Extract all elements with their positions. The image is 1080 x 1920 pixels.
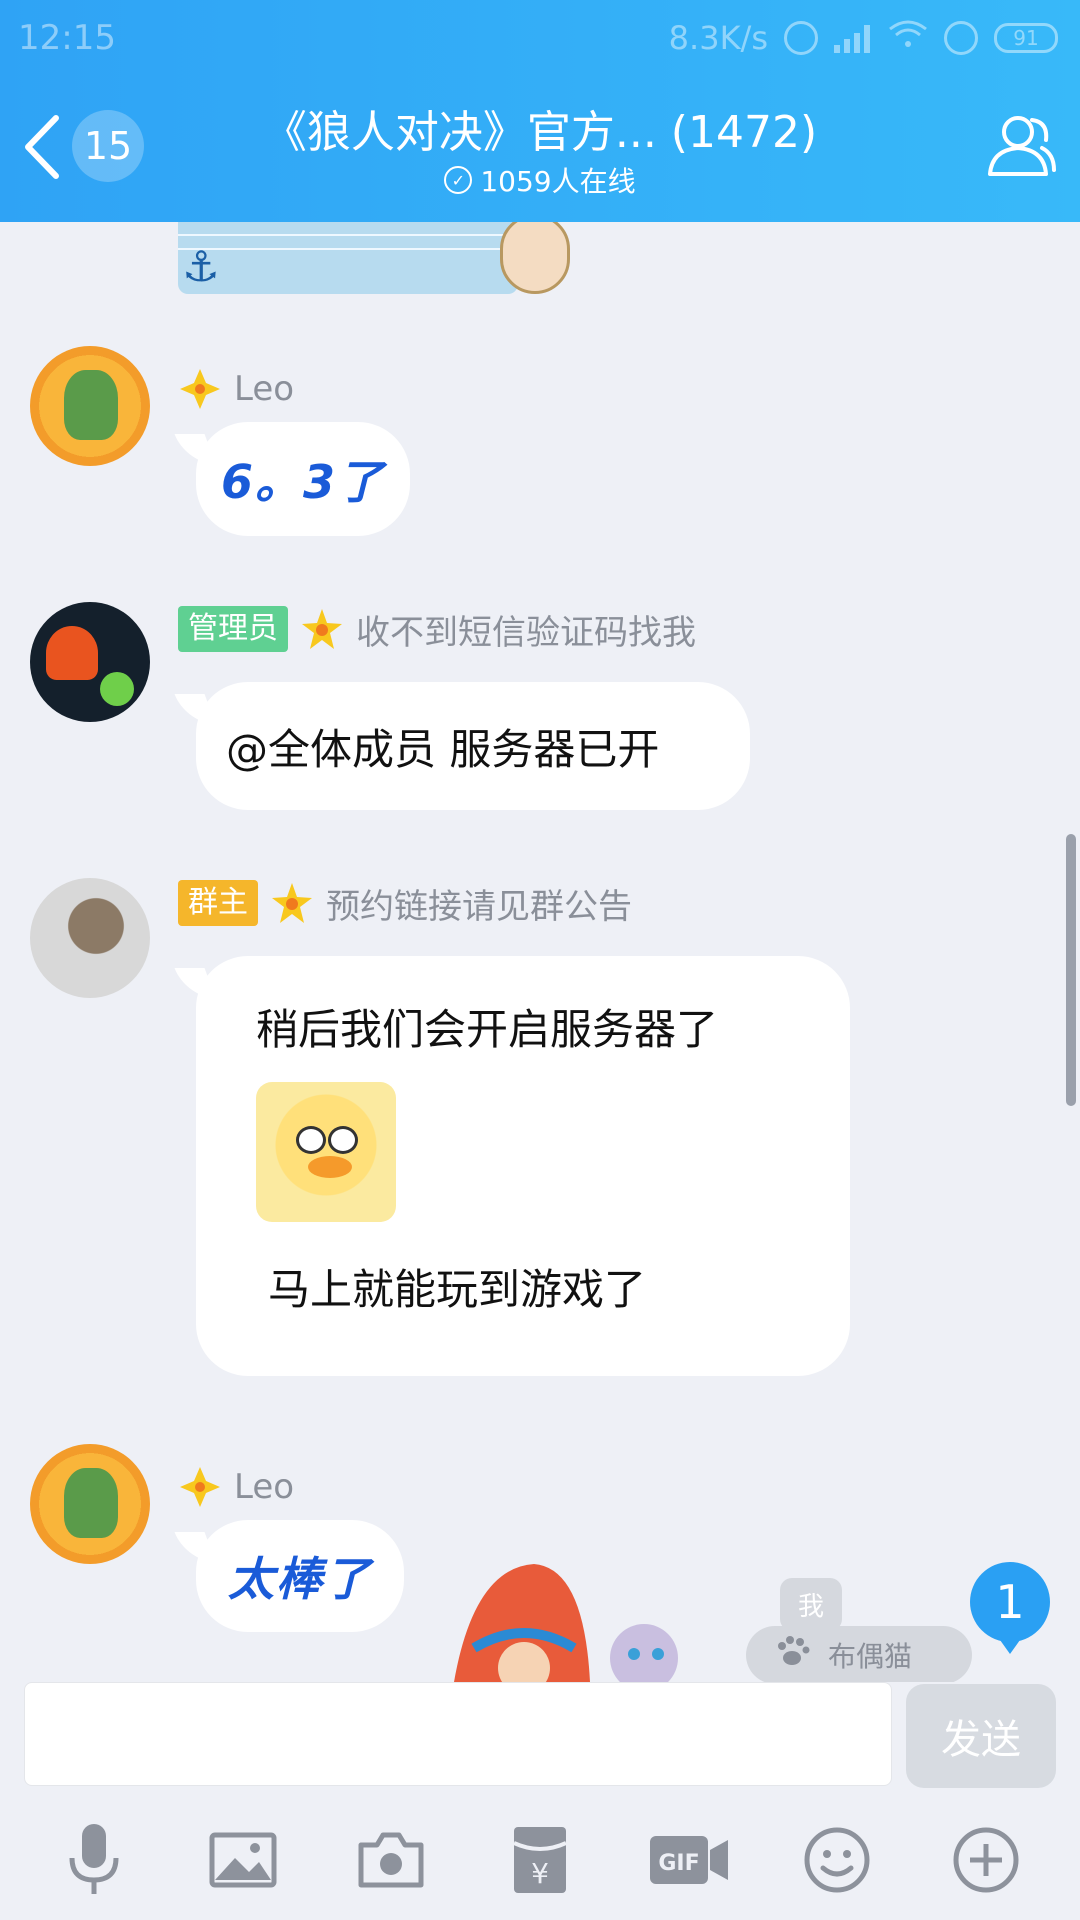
gif-icon[interactable]: GIF [647,1818,731,1902]
wifi-icon [888,19,928,57]
paw-icon [774,1635,810,1675]
image-icon[interactable] [201,1818,285,1902]
avatar[interactable] [30,878,150,998]
message-text: 马上就能玩到游戏了 [268,1265,647,1314]
plus-icon[interactable] [944,1818,1028,1902]
group-members-button[interactable] [982,108,1058,184]
check-circle-icon: ✓ [444,166,473,194]
message-text: @全体成员 服务器已开 [226,724,660,774]
sticker-message[interactable] [178,222,518,294]
unread-count-badge[interactable]: 15 [72,110,144,182]
level-star-icon [272,883,312,923]
sticker-character [500,222,570,294]
new-message-indicator[interactable]: 1 [970,1562,1050,1654]
message-text: 太棒了 [228,1552,372,1606]
emoji-icon[interactable] [795,1818,879,1902]
message-input[interactable] [24,1682,892,1786]
message-bubble[interactable]: @全体成员 服务器已开 [196,682,750,810]
message-bubble[interactable]: 太棒了 [196,1520,404,1632]
send-button[interactable]: 发送 [906,1684,1056,1788]
camera-icon[interactable] [349,1818,433,1902]
microphone-icon[interactable] [52,1818,136,1902]
message-text: 6。3了 [220,455,385,509]
network-speed: 8.3K/s [668,19,768,57]
message-bubble[interactable]: 6。3了 [196,422,410,536]
emoji-sticker[interactable] [256,1082,396,1222]
sender-row: 群主 预约链接请见群公告 [178,878,632,928]
avatar[interactable] [30,1444,150,1564]
svg-text:¥: ¥ [531,1857,549,1890]
signal-icon [834,23,872,53]
status-bar: 12:15 8.3K/s 91 [18,14,1058,62]
input-toolbar: ¥ GIF [0,1800,1080,1920]
anchor-icon: ⚓ [182,242,220,291]
avatar[interactable] [30,602,150,722]
level-badge-icon [180,369,220,409]
status-time: 12:15 [18,18,116,58]
charging-icon [944,21,978,55]
level-badge-icon [180,1467,220,1507]
alarm-icon [784,21,818,55]
pet-chip[interactable]: 布偶猫 [746,1626,972,1682]
admin-badge: 管理员 [178,606,288,652]
sender-name[interactable]: Leo [234,1467,294,1507]
sender-row: 管理员 收不到短信验证码找我 [178,604,696,654]
input-bar: 发送 [0,1682,1080,1790]
online-count: 1059人在线 [480,165,636,198]
owner-badge: 群主 [178,880,258,926]
back-button[interactable] [18,112,68,182]
battery-icon: 91 [994,23,1058,53]
sender-name[interactable]: 预约链接请见群公告 [326,879,632,928]
avatar[interactable] [30,346,150,466]
sender-row: Leo [178,1462,294,1512]
sender-row: Leo [178,364,294,414]
scrollbar[interactable] [1066,834,1076,1106]
character-sticker [454,1564,678,1682]
message-text: 稍后我们会开启服务器了 [256,1005,719,1054]
chat-header: 12:15 8.3K/s 91 15 《狼人对决》官方... (1472) ✓ … [0,0,1080,222]
online-status: ✓ 1059人在线 [180,160,900,200]
group-title[interactable]: 《狼人对决》官方... (1472) [180,96,900,160]
red-packet-icon[interactable]: ¥ [498,1818,582,1902]
sender-name[interactable]: 收不到短信验证码找我 [356,605,696,654]
message-list[interactable]: ⚓ Leo 6。3了 管理员 收不到短信验证码找我 @全体成员 服务器已开 群主… [0,222,1080,1682]
level-star-icon [302,609,342,649]
sender-name[interactable]: Leo [234,369,294,409]
pet-name: 布偶猫 [828,1640,913,1673]
svg-text:GIF: GIF [658,1851,699,1876]
me-tag[interactable]: 我 [780,1578,843,1631]
